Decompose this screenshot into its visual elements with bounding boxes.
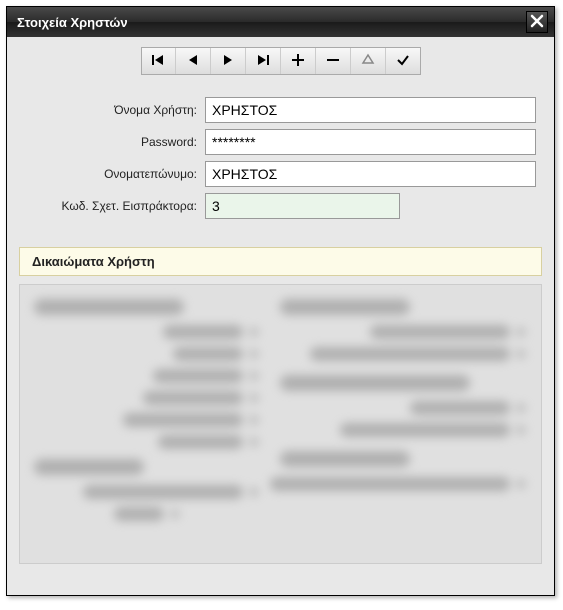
edit-icon <box>361 53 375 70</box>
next-icon <box>221 53 235 70</box>
permissions-title: Δικαιώματα Χρήστη <box>32 254 155 269</box>
confirm-button[interactable] <box>386 48 420 74</box>
fullname-input[interactable] <box>205 161 536 187</box>
permissions-col-right <box>270 299 527 549</box>
plus-icon <box>291 53 305 70</box>
user-details-window: Στοιχεία Χρηστών <box>6 6 555 596</box>
last-record-button[interactable] <box>246 48 281 74</box>
edit-record-button[interactable] <box>351 48 386 74</box>
collector-code-input[interactable] <box>205 193 400 219</box>
window-title: Στοιχεία Χρηστών <box>17 15 128 30</box>
password-label: Password: <box>25 135 205 149</box>
check-icon <box>396 53 410 70</box>
close-icon <box>530 14 544 31</box>
username-label: Όνομα Χρήστη: <box>25 103 205 117</box>
username-row: Όνομα Χρήστη: <box>25 97 536 123</box>
remove-record-button[interactable] <box>316 48 351 74</box>
user-form: Όνομα Χρήστη: Password: Ονοματεπώνυμο: Κ… <box>17 93 544 241</box>
permissions-panel <box>19 284 542 564</box>
prev-icon <box>186 53 200 70</box>
prev-record-button[interactable] <box>176 48 211 74</box>
titlebar: Στοιχεία Χρηστών <box>7 7 554 37</box>
permissions-header: Δικαιώματα Χρήστη <box>19 247 542 276</box>
collector-code-label: Κωδ. Σχετ. Εισπράκτορα: <box>25 199 205 213</box>
window-content: Όνομα Χρήστη: Password: Ονοματεπώνυμο: Κ… <box>7 37 554 595</box>
next-record-button[interactable] <box>211 48 246 74</box>
first-record-button[interactable] <box>142 48 177 74</box>
last-icon <box>256 53 270 70</box>
password-row: Password: <box>25 129 536 155</box>
close-button[interactable] <box>526 11 548 33</box>
username-input[interactable] <box>205 97 536 123</box>
first-icon <box>151 53 165 70</box>
permissions-col-left <box>34 299 260 549</box>
minus-icon <box>326 53 340 70</box>
password-input[interactable] <box>205 129 536 155</box>
collector-code-row: Κωδ. Σχετ. Εισπράκτορα: <box>25 193 536 219</box>
record-toolbar <box>141 47 421 75</box>
add-record-button[interactable] <box>281 48 316 74</box>
fullname-label: Ονοματεπώνυμο: <box>25 167 205 181</box>
fullname-row: Ονοματεπώνυμο: <box>25 161 536 187</box>
